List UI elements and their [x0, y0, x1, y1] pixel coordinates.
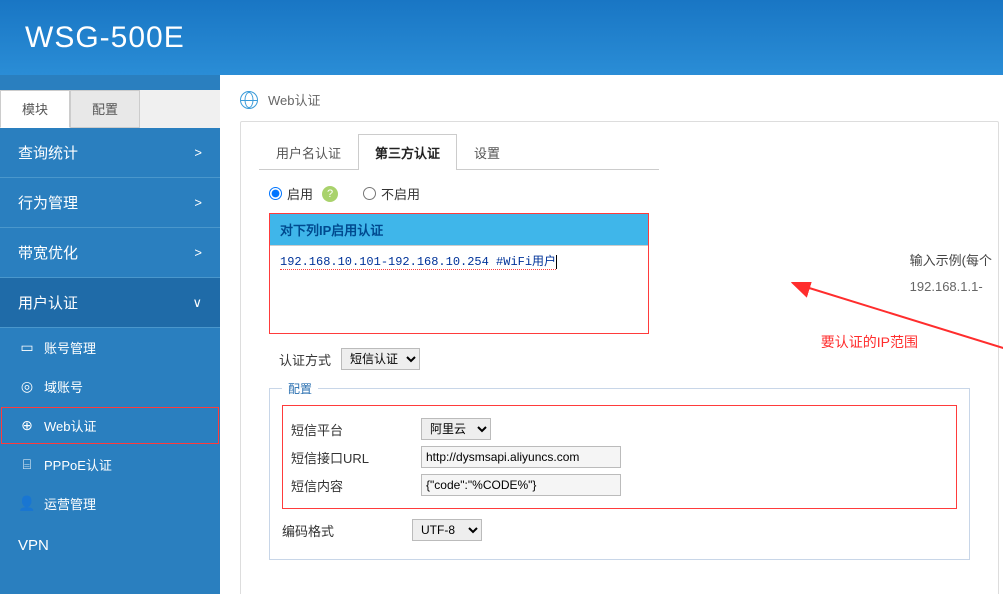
radio-label: 启用 — [287, 184, 313, 203]
ip-range-block: 对下列IP启用认证 192.168.10.101-192.168.10.254 … — [269, 213, 649, 334]
sidebar-tab-module[interactable]: 模块 — [0, 90, 70, 128]
chevron-right-icon: > — [194, 145, 202, 160]
encoding-label: 编码格式 — [282, 521, 412, 540]
enable-row: 启用 ? 不启用 — [259, 184, 980, 203]
content-label: 短信内容 — [291, 476, 421, 495]
key-icon: ⌸ — [18, 458, 36, 472]
url-label: 短信接口URL — [291, 448, 421, 467]
nav-stats[interactable]: 查询统计 > — [0, 128, 220, 178]
card-icon: ▭ — [18, 341, 36, 355]
nav-list: 查询统计 > 行为管理 > 带宽优化 > 用户认证 ∨ ▭ 账号管理 — [0, 128, 220, 568]
ip-range-title: 对下列IP启用认证 — [270, 214, 648, 245]
page-title: Web认证 — [268, 90, 321, 109]
sub-label: 运营管理 — [44, 494, 96, 513]
globe-icon: ⊕ — [18, 419, 36, 433]
chevron-down-icon: ∨ — [192, 295, 202, 311]
ip-range-value: 192.168.10.101-192.168.10.254 #WiFi用户 — [280, 252, 556, 270]
sub-operation[interactable]: 👤 运营管理 — [0, 484, 220, 523]
panel: 用户名认证 第三方认证 设置 启用 ? 不启用 对下列IP启用认证 — [240, 121, 999, 594]
example-title: 输入示例(每个 — [910, 250, 992, 269]
sidebar: 模块 配置 查询统计 > 行为管理 > 带宽优化 > 用户认证 ∨ ▭ — [0, 75, 220, 594]
sms-config-group: 短信平台 阿里云 短信接口URL 短信内容 — [282, 405, 957, 509]
sub-domain[interactable]: ◎ 域账号 — [0, 367, 220, 406]
nav-label: 用户认证 — [18, 292, 78, 313]
chevron-right-icon: > — [194, 195, 202, 210]
page-head: Web认证 — [240, 90, 1003, 121]
nav-auth-sub: ▭ 账号管理 ◎ 域账号 ⊕ Web认证 ⌸ PPPoE认证 👤 运营管理 — [0, 328, 220, 523]
chevron-right-icon: > — [194, 245, 202, 260]
tab-third-party-auth[interactable]: 第三方认证 — [358, 134, 457, 170]
auth-mode-label: 认证方式 — [279, 350, 331, 369]
main: Web认证 用户名认证 第三方认证 设置 启用 ? 不启用 — [220, 75, 1003, 594]
layout: 模块 配置 查询统计 > 行为管理 > 带宽优化 > 用户认证 ∨ ▭ — [0, 75, 1003, 594]
sidebar-tab-config[interactable]: 配置 — [70, 90, 140, 128]
app-title: WSG-500E — [25, 21, 185, 55]
url-input[interactable] — [421, 446, 621, 468]
config-fieldset: 配置 短信平台 阿里云 短信接口URL 短信内容 — [269, 380, 970, 560]
row-url: 短信接口URL — [291, 446, 948, 468]
row-encoding: 编码格式 UTF-8 — [282, 519, 957, 541]
nav-bandwidth[interactable]: 带宽优化 > — [0, 228, 220, 278]
at-icon: ◎ — [18, 380, 36, 394]
example-line: 192.168.1.1- — [910, 279, 992, 294]
platform-label: 短信平台 — [291, 420, 421, 439]
nav-label: VPN — [18, 537, 49, 554]
help-icon[interactable]: ? — [322, 186, 338, 202]
nav-label: 带宽优化 — [18, 242, 78, 263]
annotation-text: 要认证的IP范围 — [821, 332, 918, 352]
nav-auth[interactable]: 用户认证 ∨ — [0, 278, 220, 328]
tab-settings[interactable]: 设置 — [457, 134, 517, 170]
nav-behavior[interactable]: 行为管理 > — [0, 178, 220, 228]
platform-select[interactable]: 阿里云 — [421, 418, 491, 440]
nav-label: 查询统计 — [18, 142, 78, 163]
text-cursor — [556, 255, 557, 269]
content-input[interactable] — [421, 474, 621, 496]
nav-label: 行为管理 — [18, 192, 78, 213]
sub-pppoe[interactable]: ⌸ PPPoE认证 — [0, 445, 220, 484]
row-platform: 短信平台 阿里云 — [291, 418, 948, 440]
sub-label: 域账号 — [44, 377, 83, 396]
tab-username-auth[interactable]: 用户名认证 — [259, 134, 358, 170]
row-content: 短信内容 — [291, 474, 948, 496]
auth-mode-select[interactable]: 短信认证 — [341, 348, 420, 370]
radio-disable[interactable]: 不启用 — [363, 184, 420, 203]
nav-vpn[interactable]: VPN — [0, 523, 220, 568]
app-header: WSG-500E — [0, 0, 1003, 75]
auth-tabs: 用户名认证 第三方认证 设置 — [259, 134, 659, 170]
encoding-select[interactable]: UTF-8 — [412, 519, 482, 541]
sub-account[interactable]: ▭ 账号管理 — [0, 328, 220, 367]
config-legend: 配置 — [282, 380, 318, 397]
radio-label: 不启用 — [381, 184, 420, 203]
radio-enable-input[interactable] — [269, 187, 282, 200]
radio-enable[interactable]: 启用 ? — [269, 184, 338, 203]
radio-disable-input[interactable] — [363, 187, 376, 200]
ip-range-textarea[interactable]: 192.168.10.101-192.168.10.254 #WiFi用户 — [270, 245, 648, 333]
sub-web-auth[interactable]: ⊕ Web认证 — [0, 406, 220, 445]
sidebar-tabs: 模块 配置 — [0, 90, 220, 128]
globe-icon — [240, 91, 258, 109]
example-hint: 输入示例(每个 192.168.1.1- — [910, 250, 992, 294]
user-icon: 👤 — [18, 497, 36, 511]
sub-label: 账号管理 — [44, 338, 96, 357]
sub-label: PPPoE认证 — [44, 455, 112, 474]
sub-label: Web认证 — [44, 416, 97, 435]
